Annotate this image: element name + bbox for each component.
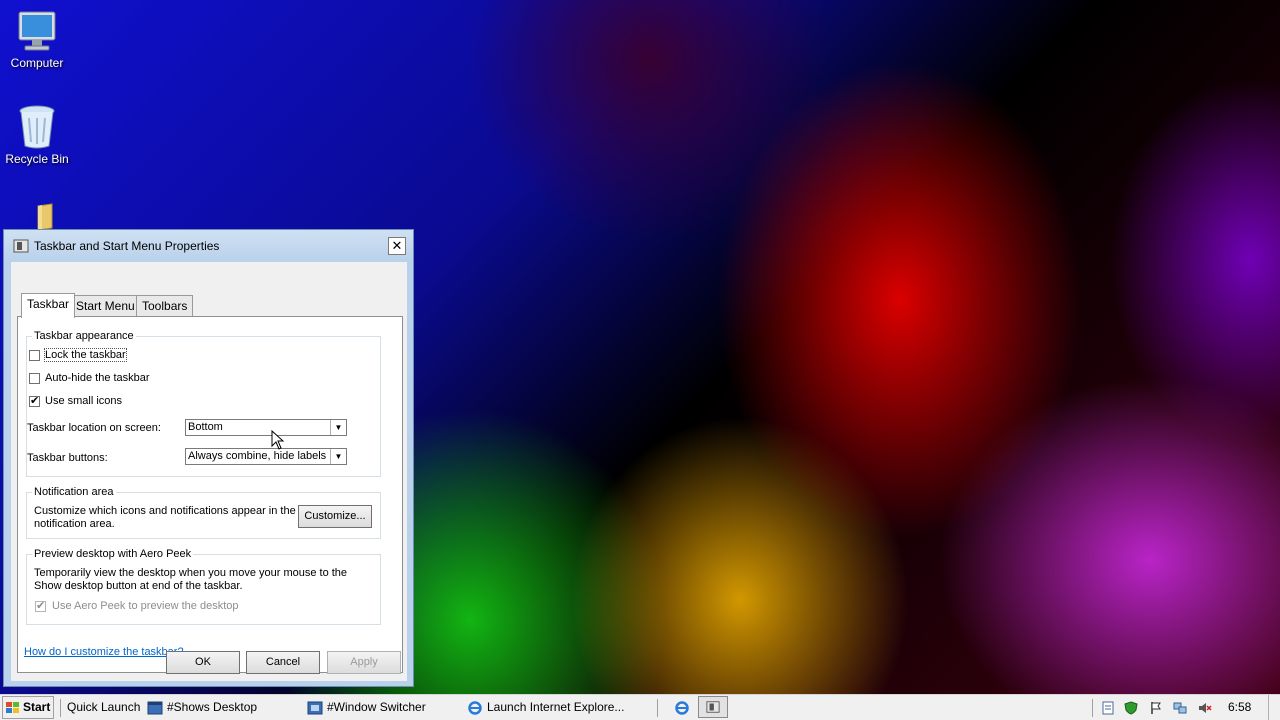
computer-icon bbox=[18, 11, 56, 51]
taskbar-separator bbox=[1092, 699, 1093, 717]
internet-explorer-icon[interactable] bbox=[674, 700, 690, 716]
taskbar-properties-dialog: Taskbar and Start Menu Properties ✕ Task… bbox=[3, 229, 414, 687]
taskbar-separator bbox=[60, 699, 61, 717]
dialog-client-area: Taskbar Start Menu Toolbars Taskbar appe… bbox=[11, 262, 407, 681]
title-bar[interactable]: Taskbar and Start Menu Properties ✕ bbox=[4, 230, 413, 262]
taskbar-buttons-value: Always combine, hide labels bbox=[188, 450, 327, 462]
start-label: Start bbox=[23, 700, 51, 714]
small-icons-label[interactable]: Use small icons bbox=[45, 395, 122, 407]
desktop-icon-label: Computer bbox=[10, 56, 64, 70]
volume-muted-icon[interactable] bbox=[1198, 701, 1212, 715]
window-switcher-icon bbox=[307, 701, 323, 715]
notification-description-line2: notification area. bbox=[34, 518, 115, 530]
customize-button[interactable]: Customize... bbox=[298, 505, 372, 528]
security-shield-icon[interactable] bbox=[1124, 701, 1138, 715]
notification-area-group: Notification area Customize which icons … bbox=[26, 486, 381, 539]
taskbar-properties-running-button[interactable] bbox=[698, 696, 728, 718]
chevron-down-icon[interactable]: ▼ bbox=[330, 449, 346, 464]
check-mark-icon: ✔ bbox=[36, 600, 46, 612]
tab-start-menu[interactable]: Start Menu bbox=[70, 295, 141, 316]
check-mark-icon: ✔ bbox=[30, 395, 40, 407]
desktop-icon-recycle-bin[interactable]: Recycle Bin bbox=[4, 104, 70, 166]
chevron-down-icon[interactable]: ▼ bbox=[330, 420, 346, 435]
close-button[interactable]: ✕ bbox=[388, 237, 406, 255]
aero-peek-label: Use Aero Peek to preview the desktop bbox=[52, 600, 239, 612]
network-icon[interactable] bbox=[1173, 701, 1187, 715]
taskbar-buttons-select[interactable]: Always combine, hide labels ▼ bbox=[185, 448, 347, 465]
cancel-button[interactable]: Cancel bbox=[246, 651, 320, 674]
taskbar: Start Quick Launch #Shows Desktop #Windo… bbox=[0, 694, 1280, 720]
recycle-bin-icon bbox=[19, 105, 55, 149]
taskbar-item-window-switcher[interactable]: #Window Switcher bbox=[307, 695, 426, 720]
show-desktop-button[interactable] bbox=[1268, 695, 1280, 720]
notification-document-icon[interactable] bbox=[1101, 701, 1115, 715]
apply-button[interactable]: Apply bbox=[327, 651, 401, 674]
taskbar-item-label: #Shows Desktop bbox=[167, 700, 258, 714]
dialog-title: Taskbar and Start Menu Properties bbox=[34, 239, 220, 253]
lock-taskbar-label[interactable]: Lock the taskbar bbox=[44, 348, 127, 362]
internet-explorer-icon bbox=[468, 701, 482, 715]
location-label: Taskbar location on screen: bbox=[27, 422, 161, 434]
taskbar-appearance-group: Taskbar appearance Lock the taskbar Auto… bbox=[26, 330, 381, 477]
group-legend: Notification area bbox=[32, 486, 116, 498]
small-icons-checkbox[interactable]: ✔ bbox=[29, 395, 40, 407]
taskbar-item-label: Launch Internet Explore... bbox=[487, 700, 625, 714]
quick-launch-toolbar[interactable]: Quick Launch bbox=[67, 695, 140, 720]
desktop-icon-computer[interactable]: Computer bbox=[4, 10, 70, 70]
lock-taskbar-checkbox[interactable] bbox=[29, 350, 40, 361]
auto-hide-checkbox[interactable] bbox=[29, 373, 40, 384]
taskbar-item-shows-desktop[interactable]: #Shows Desktop bbox=[147, 695, 257, 720]
system-clock[interactable]: 6:58 bbox=[1228, 695, 1251, 720]
taskbar-separator bbox=[657, 699, 658, 717]
auto-hide-label[interactable]: Auto-hide the taskbar bbox=[45, 372, 150, 384]
taskbar-tab-panel: Taskbar appearance Lock the taskbar Auto… bbox=[17, 316, 403, 673]
group-legend: Preview desktop with Aero Peek bbox=[32, 548, 194, 560]
taskbar-properties-icon bbox=[13, 239, 29, 253]
tab-toolbars[interactable]: Toolbars bbox=[136, 295, 194, 316]
location-value: Bottom bbox=[188, 421, 223, 433]
group-legend: Taskbar appearance bbox=[32, 330, 136, 342]
action-center-flag-icon[interactable] bbox=[1149, 701, 1163, 715]
folder-icon bbox=[37, 203, 53, 230]
aero-peek-group: Preview desktop with Aero Peek Temporari… bbox=[26, 548, 381, 625]
taskbar-item-launch-ie[interactable]: Launch Internet Explore... bbox=[467, 695, 624, 720]
desktop-window-icon bbox=[147, 701, 163, 715]
aero-peek-description-line1: Temporarily view the desktop when you mo… bbox=[34, 567, 348, 579]
notification-description-line1: Customize which icons and notifications … bbox=[34, 505, 296, 517]
desktop-icon-folder[interactable] bbox=[4, 202, 70, 232]
taskbar-properties-icon bbox=[706, 701, 720, 713]
aero-peek-checkbox: ✔ bbox=[35, 600, 46, 612]
ok-button[interactable]: OK bbox=[166, 651, 240, 674]
tab-taskbar[interactable]: Taskbar bbox=[21, 293, 76, 318]
desktop-icon-label: Recycle Bin bbox=[5, 152, 69, 166]
help-link[interactable]: How do I customize the taskbar? bbox=[24, 646, 184, 658]
aero-peek-description-line2: Show desktop button at end of the taskba… bbox=[34, 580, 243, 592]
windows-logo-icon bbox=[6, 701, 19, 713]
taskbar-buttons-label: Taskbar buttons: bbox=[27, 452, 108, 464]
mouse-cursor-icon bbox=[271, 430, 285, 450]
start-button[interactable]: Start bbox=[2, 696, 54, 719]
location-select[interactable]: Bottom ▼ bbox=[185, 419, 347, 436]
taskbar-item-label: #Window Switcher bbox=[327, 700, 426, 714]
